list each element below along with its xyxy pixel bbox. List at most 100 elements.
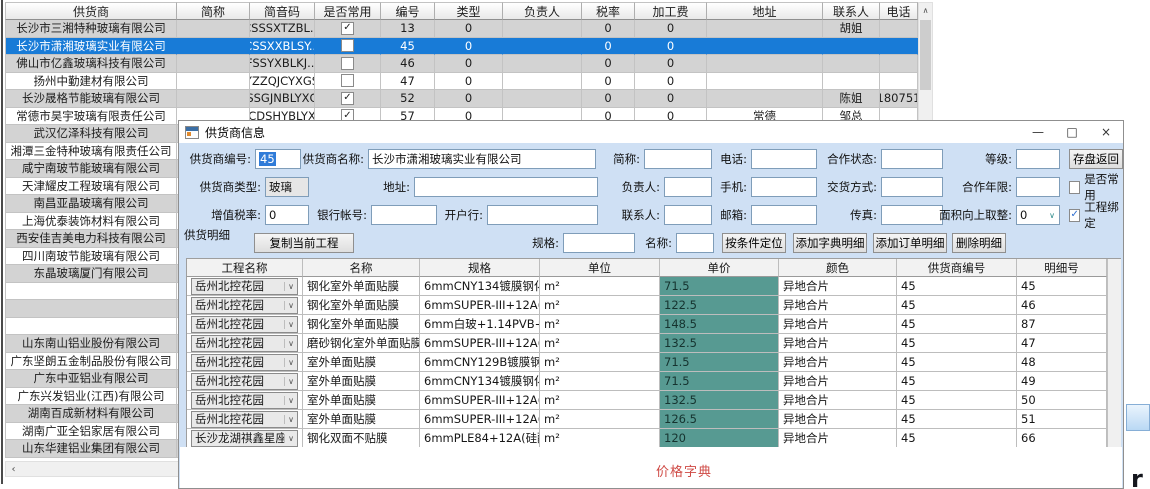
detail-vertical-scrollbar[interactable]: [1107, 410, 1121, 429]
detail-cell-unit[interactable]: m²: [540, 353, 660, 372]
add-order-detail-button[interactable]: 添加订单明细: [873, 233, 947, 253]
supplier-row[interactable]: 长沙市三湘特种玻璃有限公司CSSSXTZBL...✓13000胡姐: [5, 20, 918, 38]
detail-cell-color[interactable]: 异地合片: [779, 372, 897, 391]
cell-supplier[interactable]: 广东中亚铝业有限公司: [5, 370, 177, 388]
detail-cell-spec[interactable]: 6mmSUPER-III+12A(硅...: [420, 334, 540, 353]
supply-detail-table[interactable]: 工程名称名称规格单位单价颜色供货商编号明细号岳州北控花园∨钢化室外单面贴膜6mm…: [186, 258, 1121, 449]
detail-col-header-product-name[interactable]: 名称: [303, 259, 420, 277]
coop-years-field[interactable]: [1016, 177, 1060, 197]
col-header-manager[interactable]: 负责人: [503, 2, 582, 20]
col-header-abbr[interactable]: 简称: [177, 2, 250, 20]
cell-pinyin-code[interactable]: CSSSXTZBL...: [250, 20, 315, 38]
detail-col-header-detail-no[interactable]: 明细号: [1017, 259, 1107, 277]
cell-tax-rate[interactable]: 0: [582, 55, 635, 73]
detail-cell-detail-no[interactable]: 45: [1017, 277, 1107, 296]
detail-cell-product-name[interactable]: 室外单面贴膜: [303, 353, 420, 372]
detail-row[interactable]: 岳州北控花园∨室外单面贴膜6mmSUPER-III+12A(硅...m²126.…: [187, 410, 1120, 429]
chevron-down-icon[interactable]: ∨: [284, 434, 297, 443]
cell-tax-rate[interactable]: 0: [582, 90, 635, 108]
common-flag-checkbox[interactable]: ✓ 是否常用: [1069, 177, 1123, 197]
col-header-contact[interactable]: 联系人: [823, 2, 880, 20]
detail-cell-detail-no[interactable]: 48: [1017, 353, 1107, 372]
cell-manager[interactable]: [503, 73, 582, 91]
cell-processing-fee[interactable]: 0: [635, 90, 707, 108]
cell-supplier[interactable]: 山东南山铝业股份有限公司: [5, 335, 177, 353]
cell-tax-rate[interactable]: 0: [582, 73, 635, 91]
grade-field[interactable]: [1016, 149, 1060, 169]
chevron-down-icon[interactable]: ∨: [284, 339, 297, 348]
maximize-button[interactable]: □: [1055, 121, 1089, 143]
detail-cell-detail-no[interactable]: 46: [1017, 296, 1107, 315]
cell-contact[interactable]: [823, 55, 880, 73]
supplier-row[interactable]: 长沙晟格节能玻璃有限公司CSSGJNBLYXGS✓52000陈姐180751: [5, 90, 918, 108]
delete-detail-button[interactable]: 删除明细: [952, 233, 1006, 253]
detail-cell-spec[interactable]: 6mmSUPER-III+12A(硅...: [420, 410, 540, 429]
cell-supplier[interactable]: 咸宁南玻节能玻璃有限公司: [5, 160, 177, 178]
detail-cell-product-name[interactable]: 钢化室外单面贴膜: [303, 315, 420, 334]
cell-phone[interactable]: [880, 20, 918, 38]
detail-row[interactable]: 岳州北控花园∨室外单面贴膜6mmCNY134镀膜钢化m²71.5异地合片4549: [187, 372, 1120, 391]
detail-cell-spec[interactable]: 6mmSUPER-III+12A(硅...: [420, 296, 540, 315]
detail-cell-project-combo[interactable]: 岳州北控花园∨: [187, 353, 303, 372]
checkbox-icon[interactable]: ✓: [1069, 181, 1080, 194]
copy-current-project-button[interactable]: 复制当前工程: [254, 233, 354, 253]
detail-row[interactable]: 长沙龙湖祺鑫星座∨钢化双面不贴膜6mmPLE84+12A(硅酮胶...m²120…: [187, 429, 1120, 448]
detail-cell-unit[interactable]: m²: [540, 296, 660, 315]
cell-supplier[interactable]: 扬州中勤建材有限公司: [5, 73, 177, 91]
chevron-down-icon[interactable]: ∨: [284, 301, 297, 310]
dialog-titlebar[interactable]: 供货商信息 — □ ×: [179, 121, 1123, 143]
detail-cell-color[interactable]: 异地合片: [779, 315, 897, 334]
col-header-processing-fee[interactable]: 加工费: [635, 2, 707, 20]
cell-pinyin-code[interactable]: CSSGJNBLYXGS: [250, 90, 315, 108]
cell-id[interactable]: 46: [381, 55, 435, 73]
cell-pinyin-code[interactable]: YZZQJCYXGS: [250, 73, 315, 91]
cell-address[interactable]: [707, 55, 823, 73]
detail-row[interactable]: 岳州北控花园∨磨砂钢化室外单面贴膜6mmSUPER-III+12A(硅...m²…: [187, 334, 1120, 353]
common-checkbox[interactable]: ✓: [341, 22, 354, 35]
supplier-type-field[interactable]: [265, 177, 309, 197]
cell-supplier[interactable]: 西安佳吉美电力科技有限公司: [5, 230, 177, 248]
detail-row[interactable]: 岳州北控花园∨钢化室外单面贴膜6mmCNY134镀膜钢化m²71.5异地合片45…: [187, 277, 1120, 296]
col-header-common-flag[interactable]: 是否常用: [315, 2, 381, 20]
detail-col-header-spec[interactable]: 规格: [420, 259, 540, 277]
cell-phone[interactable]: [880, 55, 918, 73]
col-header-id[interactable]: 编号: [381, 2, 435, 20]
cell-address[interactable]: [707, 90, 823, 108]
detail-cell-product-name[interactable]: 磨砂钢化室外单面贴膜: [303, 334, 420, 353]
detail-col-header-color[interactable]: 颜色: [779, 259, 897, 277]
detail-cell-detail-no[interactable]: 51: [1017, 410, 1107, 429]
col-header-phone[interactable]: 电话: [880, 2, 918, 20]
cell-phone[interactable]: [880, 38, 918, 56]
detail-vertical-scrollbar[interactable]: [1107, 315, 1121, 334]
cell-supplier[interactable]: 南昌亚晶玻璃有限公司: [5, 195, 177, 213]
common-checkbox[interactable]: ✓: [341, 74, 354, 87]
project-combo[interactable]: 岳州北控花园∨: [191, 316, 298, 333]
col-header-tax-rate[interactable]: 税率: [582, 2, 635, 20]
cell-supplier[interactable]: 四川南玻节能玻璃有限公司: [5, 248, 177, 266]
detail-col-header-unit-price[interactable]: 单价: [660, 259, 779, 277]
detail-cell-color[interactable]: 异地合片: [779, 410, 897, 429]
detail-cell-project-combo[interactable]: 长沙龙湖祺鑫星座∨: [187, 429, 303, 448]
supplier-row[interactable]: 佛山市亿鑫玻璃科技有限公司FSSYXBLKJ...✓46000: [5, 55, 918, 73]
detail-cell-spec[interactable]: 6mmSUPER-III+12A(硅...: [420, 391, 540, 410]
cell-supplier[interactable]: [5, 318, 177, 336]
cell-type[interactable]: 0: [435, 38, 503, 56]
chevron-down-icon[interactable]: ∨: [1045, 211, 1059, 220]
detail-cell-project-combo[interactable]: 岳州北控花园∨: [187, 372, 303, 391]
project-combo[interactable]: 长沙龙湖祺鑫星座∨: [191, 430, 298, 447]
detail-cell-detail-no[interactable]: 47: [1017, 334, 1107, 353]
cell-supplier[interactable]: 长沙晟格节能玻璃有限公司: [5, 90, 177, 108]
cell-abbr[interactable]: [177, 38, 250, 56]
detail-vertical-scrollbar[interactable]: [1107, 259, 1121, 277]
project-combo[interactable]: 岳州北控花园∨: [191, 335, 298, 352]
detail-cell-product-name[interactable]: 钢化双面不贴膜: [303, 429, 420, 448]
locate-by-condition-button[interactable]: 按条件定位: [722, 233, 786, 253]
detail-col-header-project-combo[interactable]: 工程名称: [187, 259, 303, 277]
cell-address[interactable]: [707, 73, 823, 91]
scroll-up-icon[interactable]: ∧: [919, 3, 932, 18]
cell-type[interactable]: 0: [435, 20, 503, 38]
detail-cell-detail-no[interactable]: 87: [1017, 315, 1107, 334]
detail-cell-unit[interactable]: m²: [540, 429, 660, 448]
cell-id[interactable]: 47: [381, 73, 435, 91]
common-checkbox[interactable]: ✓: [341, 57, 354, 70]
